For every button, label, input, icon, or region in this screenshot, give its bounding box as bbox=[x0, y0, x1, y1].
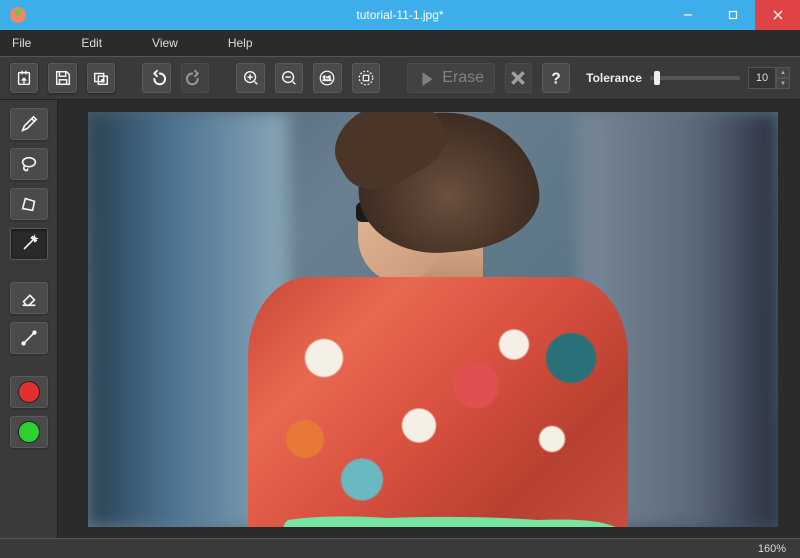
marker-tool[interactable] bbox=[10, 108, 48, 140]
tolerance-down[interactable]: ▼ bbox=[776, 78, 790, 89]
slider-thumb[interactable] bbox=[654, 71, 660, 85]
menu-help[interactable]: Help bbox=[228, 36, 253, 50]
magic-wand-tool[interactable] bbox=[10, 228, 48, 260]
menu-view[interactable]: View bbox=[152, 36, 178, 50]
svg-text:?: ? bbox=[551, 70, 560, 87]
zoom-fit-button[interactable] bbox=[352, 63, 380, 93]
zoom-level: 160% bbox=[758, 543, 786, 555]
red-marker-color[interactable] bbox=[10, 376, 48, 408]
minimize-button[interactable] bbox=[665, 0, 710, 30]
image-canvas[interactable] bbox=[88, 112, 778, 527]
line-tool[interactable] bbox=[10, 322, 48, 354]
zoom-in-button[interactable] bbox=[236, 63, 264, 93]
image-subject bbox=[238, 112, 638, 527]
menu-file[interactable]: File bbox=[12, 36, 31, 50]
svg-text:1:1: 1:1 bbox=[323, 76, 332, 83]
tolerance-label: Tolerance bbox=[586, 71, 642, 85]
eraser-tool[interactable] bbox=[10, 282, 48, 314]
cancel-button[interactable] bbox=[505, 63, 532, 93]
open-button[interactable] bbox=[10, 63, 38, 93]
green-marker-color[interactable] bbox=[10, 416, 48, 448]
polygon-tool[interactable] bbox=[10, 188, 48, 220]
statusbar: 160% bbox=[0, 538, 800, 558]
save-button[interactable] bbox=[48, 63, 76, 93]
menu-edit[interactable]: Edit bbox=[81, 36, 102, 50]
titlebar[interactable]: tutorial-11-1.jpg* bbox=[0, 0, 800, 30]
help-button[interactable]: ? bbox=[542, 63, 570, 93]
tolerance-slider[interactable] bbox=[650, 76, 740, 80]
undo-button[interactable] bbox=[142, 63, 170, 93]
maximize-button[interactable] bbox=[710, 0, 755, 30]
compare-button[interactable] bbox=[87, 63, 115, 93]
tolerance-spinner: 10 ▲ ▼ bbox=[748, 67, 790, 89]
window-controls bbox=[665, 0, 800, 30]
tolerance-value[interactable]: 10 bbox=[748, 67, 776, 89]
zoom-out-button[interactable] bbox=[275, 63, 303, 93]
erase-button[interactable]: Erase bbox=[407, 63, 495, 93]
zoom-actual-button[interactable]: 1:1 bbox=[313, 63, 341, 93]
toolbar: 1:1 Erase ? Tolerance 10 ▲ ▼ bbox=[0, 56, 800, 100]
red-dot-icon bbox=[18, 381, 40, 403]
window-title: tutorial-11-1.jpg* bbox=[356, 8, 443, 22]
selection-mask bbox=[268, 512, 648, 527]
tools-sidebar bbox=[0, 100, 58, 538]
green-dot-icon bbox=[18, 421, 40, 443]
menubar: File Edit View Help bbox=[0, 30, 800, 56]
tolerance-up[interactable]: ▲ bbox=[776, 67, 790, 78]
app-icon bbox=[8, 5, 28, 25]
erase-label: Erase bbox=[442, 69, 484, 87]
lasso-tool[interactable] bbox=[10, 148, 48, 180]
tolerance-control: Tolerance 10 ▲ ▼ bbox=[586, 67, 790, 89]
close-button[interactable] bbox=[755, 0, 800, 30]
canvas-area bbox=[58, 100, 800, 538]
workspace bbox=[0, 100, 800, 538]
redo-button[interactable] bbox=[181, 63, 209, 93]
